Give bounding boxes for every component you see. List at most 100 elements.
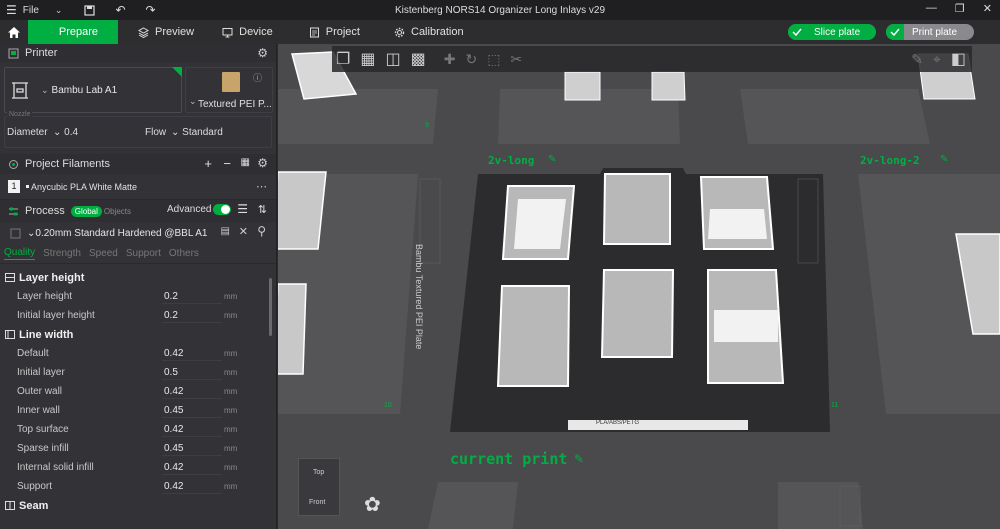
file-menu[interactable]: File bbox=[23, 5, 39, 16]
search-icon[interactable]: ⚲ bbox=[257, 224, 266, 238]
param-label: Top surface bbox=[17, 424, 69, 435]
object-toolbar: ❐ ▦ ◫ ▩ ✚ ↻ ⬚ ✂ ✎ ⌖ ◧ bbox=[332, 46, 972, 72]
param-unit: mm bbox=[224, 368, 238, 377]
object-box bbox=[602, 173, 671, 245]
param-input[interactable]: 0.45 bbox=[162, 403, 222, 418]
param-input[interactable]: 0.42 bbox=[162, 346, 222, 361]
tab-label: Prepare bbox=[58, 26, 98, 38]
edit-icon[interactable]: ✎ bbox=[548, 154, 556, 165]
plate-name-label[interactable]: 2v-long bbox=[488, 154, 534, 167]
list-view-icon[interactable]: ☰ bbox=[237, 202, 248, 216]
bed-type-label: Bambu Textured PEI Plate bbox=[414, 244, 424, 350]
scale-icon[interactable]: ⬚ bbox=[487, 51, 500, 68]
tab-calibration[interactable]: Calibration bbox=[374, 20, 478, 44]
tab-support[interactable]: Support bbox=[126, 248, 161, 259]
filament-sync-icon[interactable]: ▦ bbox=[241, 157, 250, 168]
rotate-icon[interactable]: ↻ bbox=[465, 51, 477, 68]
remove-filament-icon[interactable]: − bbox=[223, 156, 231, 171]
printer-settings-icon[interactable]: ⚙ bbox=[257, 46, 268, 60]
tab-project[interactable]: Project bbox=[287, 20, 374, 44]
scope-toggle[interactable]: Global Objects bbox=[70, 205, 131, 217]
param-input[interactable]: 0.5 bbox=[162, 365, 222, 380]
tab-speed[interactable]: Speed bbox=[89, 248, 118, 259]
param-input[interactable]: 0.2 bbox=[162, 308, 222, 323]
param-input[interactable]: 0.42 bbox=[162, 422, 222, 437]
tab-strength[interactable]: Strength bbox=[43, 248, 81, 259]
add-filament-icon[interactable]: + bbox=[204, 156, 212, 171]
printer-selector[interactable]: ⌄ Bambu Lab A1 bbox=[4, 67, 182, 113]
toggle-global[interactable]: Global bbox=[70, 205, 102, 217]
param-input[interactable]: 0.42 bbox=[162, 479, 222, 494]
param-unit: mm bbox=[224, 311, 238, 320]
print-plate-button[interactable]: Print plate bbox=[886, 24, 974, 40]
toggle-objects[interactable]: Objects bbox=[102, 207, 131, 216]
panel-scrollbar[interactable] bbox=[269, 278, 272, 336]
plate-name-label[interactable]: 2v-long-2 bbox=[860, 154, 920, 167]
plate-selector[interactable]: ⓘ ⌄ Textured PEI P... bbox=[185, 67, 273, 113]
param-input[interactable]: 0.2 bbox=[162, 289, 222, 304]
measure-icon[interactable]: ⌖ bbox=[933, 51, 941, 68]
main-toolbar: Prepare Preview Device Project Calibrati… bbox=[0, 20, 1000, 44]
chevron-down-icon[interactable]: ⌄ bbox=[55, 5, 63, 16]
close-icon[interactable]: ✕ bbox=[983, 2, 992, 15]
tab-preview[interactable]: Preview bbox=[118, 20, 208, 44]
home-button[interactable] bbox=[0, 20, 28, 44]
hamburger-menu-icon[interactable]: ☰ bbox=[6, 3, 17, 17]
compare-icon[interactable]: ⇅ bbox=[258, 203, 267, 216]
param-label: Default bbox=[17, 348, 49, 359]
filament-row[interactable]: 1 Anycubic PLA White Matte ⋯ bbox=[0, 174, 276, 200]
flow-select[interactable]: ⌄ Standard bbox=[171, 127, 223, 138]
filament-menu-icon[interactable]: ⋯ bbox=[256, 180, 267, 193]
arrange-icon[interactable]: ▩ bbox=[411, 49, 426, 69]
tab-others[interactable]: Others bbox=[169, 248, 199, 259]
redo-icon[interactable]: ↷ bbox=[146, 3, 156, 17]
param-input[interactable]: 0.42 bbox=[162, 384, 222, 399]
gizmo-icon[interactable]: ✿ bbox=[364, 492, 381, 517]
tab-prepare[interactable]: Prepare bbox=[28, 20, 118, 44]
filament-settings-icon[interactable]: ⚙ bbox=[257, 156, 268, 170]
preset-select[interactable]: ⌄0.20mm Standard Hardened @BBL A1 bbox=[27, 228, 208, 239]
plate-thumbnail bbox=[222, 72, 240, 92]
line-width-icon bbox=[5, 330, 15, 339]
tab-quality[interactable]: Quality bbox=[4, 247, 36, 260]
param-label: Outer wall bbox=[17, 386, 63, 397]
advanced-label: Advanced bbox=[167, 204, 212, 215]
advanced-toggle[interactable] bbox=[213, 204, 231, 215]
close-preset-icon[interactable]: ✕ bbox=[239, 225, 248, 238]
object-box bbox=[714, 310, 778, 342]
group-layer-height: Layer height bbox=[0, 268, 276, 287]
plate-name-label[interactable]: current print bbox=[450, 450, 567, 468]
param-input[interactable]: 0.42 bbox=[162, 460, 222, 475]
object-box bbox=[564, 71, 601, 101]
3d-viewport[interactable]: ❐ ▦ ◫ ▩ ✚ ↻ ⬚ ✂ ✎ ⌖ ◧ 2v-long ✎ 2v-long-… bbox=[278, 44, 1000, 529]
tab-device[interactable]: Device bbox=[208, 20, 287, 44]
cut-icon[interactable]: ✂ bbox=[510, 51, 522, 68]
edit-icon[interactable]: ✎ bbox=[940, 154, 948, 165]
orient-icon[interactable]: ◫ bbox=[385, 49, 400, 69]
settings-panel: Printer ⚙ ⌄ Bambu Lab A1 ⓘ ⌄ Textured PE… bbox=[0, 44, 277, 529]
maximize-icon[interactable]: ❐ bbox=[955, 2, 965, 15]
group-title: Seam bbox=[19, 499, 49, 512]
undo-icon[interactable]: ↶ bbox=[115, 3, 125, 17]
add-object-icon[interactable]: ❐ bbox=[336, 49, 350, 69]
build-plate-strip bbox=[568, 420, 748, 430]
nozzle-group: Nozzle Diameter ⌄ 0.4 Flow ⌄ Standard bbox=[4, 111, 272, 148]
view-cube-top[interactable]: Top bbox=[313, 469, 324, 476]
param-input[interactable]: 0.45 bbox=[162, 441, 222, 456]
view-cube[interactable]: Top Front bbox=[298, 458, 340, 516]
save-icon[interactable] bbox=[84, 4, 96, 16]
save-preset-icon[interactable]: ▤ bbox=[221, 226, 230, 237]
slice-plate-button[interactable]: Slice plate bbox=[788, 24, 876, 40]
view-cube-front[interactable]: Front bbox=[309, 499, 325, 506]
diameter-select[interactable]: ⌄ 0.4 bbox=[53, 127, 78, 138]
info-icon[interactable]: ⓘ bbox=[253, 71, 262, 84]
move-icon[interactable]: ✚ bbox=[444, 51, 456, 68]
param-label: Layer height bbox=[17, 291, 73, 302]
gear-icon bbox=[394, 27, 405, 37]
paint-icon[interactable]: ✎ bbox=[911, 51, 923, 68]
grid-icon[interactable]: ▦ bbox=[360, 49, 375, 69]
view-options-icon[interactable]: ◧ bbox=[951, 49, 966, 69]
minimize-icon[interactable]: — bbox=[926, 2, 937, 15]
plate-number: 10 bbox=[384, 402, 392, 409]
edit-icon[interactable]: ✎ bbox=[574, 452, 584, 466]
